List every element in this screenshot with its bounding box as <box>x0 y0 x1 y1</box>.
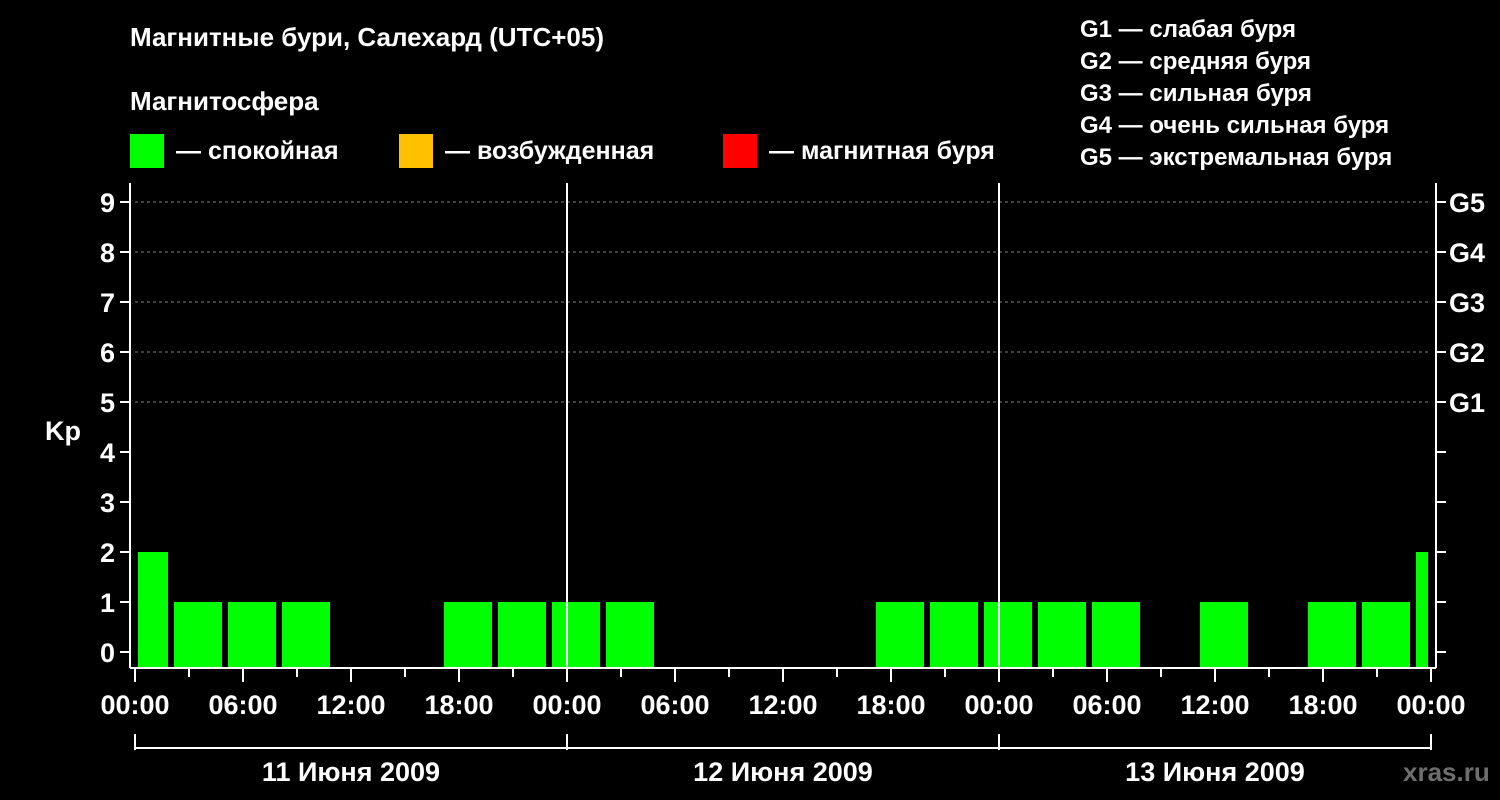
kp-bar <box>606 602 654 667</box>
y-tick-label: 6 <box>100 338 115 368</box>
y-tick-label: 7 <box>100 288 115 318</box>
kp-bar <box>444 602 492 667</box>
watermark: xras.ru <box>1403 757 1490 787</box>
x-tick-label: 00:00 <box>964 690 1033 720</box>
g-level-label: G1 <box>1449 388 1485 418</box>
y-tick-label: 4 <box>100 438 115 468</box>
kp-bar <box>498 602 546 667</box>
y-tick-label: 2 <box>100 538 115 568</box>
kp-bar <box>1362 602 1410 667</box>
kp-bar <box>1416 552 1428 667</box>
kp-chart: 0 1 2 3 4 5 6 7 8 9 G1 G2 G3 G4 G5 Kp 00:00 06:00 12:00 18:… <box>45 183 1485 787</box>
g-level-label: G2 <box>1449 338 1485 368</box>
kp-bar <box>876 602 924 667</box>
x-tick-label: 00:00 <box>532 690 601 720</box>
kp-bar <box>174 602 222 667</box>
x-tick-label: 18:00 <box>1288 690 1357 720</box>
g-level-label: G5 <box>1449 188 1485 218</box>
x-tick-label: 12:00 <box>748 690 817 720</box>
kp-bar <box>552 602 600 667</box>
kp-bar <box>228 602 276 667</box>
y-tick-label: 1 <box>100 588 115 618</box>
g-level-label: G3 <box>1449 288 1485 318</box>
y-tick-label: 9 <box>100 188 115 218</box>
kp-bar <box>138 552 168 667</box>
kp-bar <box>282 602 330 667</box>
day-label: 11 Июня 2009 <box>262 757 440 787</box>
kp-bar <box>984 602 1032 667</box>
kp-bar <box>1200 602 1248 667</box>
x-tick-label: 12:00 <box>1180 690 1249 720</box>
x-tick-label: 18:00 <box>424 690 493 720</box>
kp-bar <box>1308 602 1356 667</box>
x-tick-label: 06:00 <box>1072 690 1141 720</box>
x-tick-label: 06:00 <box>208 690 277 720</box>
y-tick-label: 3 <box>100 488 115 518</box>
x-tick-label: 00:00 <box>100 690 169 720</box>
day-label: 13 Июня 2009 <box>1125 757 1305 787</box>
y-tick-label: 0 <box>100 638 115 668</box>
kp-bar <box>930 602 978 667</box>
y-tick-label: 5 <box>100 388 115 418</box>
kp-bar <box>1092 602 1140 667</box>
g-level-label: G4 <box>1449 238 1485 268</box>
x-tick-label: 12:00 <box>316 690 385 720</box>
y-tick-label: 8 <box>100 238 115 268</box>
x-tick-label: 18:00 <box>856 690 925 720</box>
kp-bar <box>1038 602 1086 667</box>
x-tick-label: 00:00 <box>1396 690 1465 720</box>
x-tick-label: 06:00 <box>640 690 709 720</box>
day-label: 12 Июня 2009 <box>693 757 873 787</box>
y-axis-label: Kp <box>45 416 81 446</box>
